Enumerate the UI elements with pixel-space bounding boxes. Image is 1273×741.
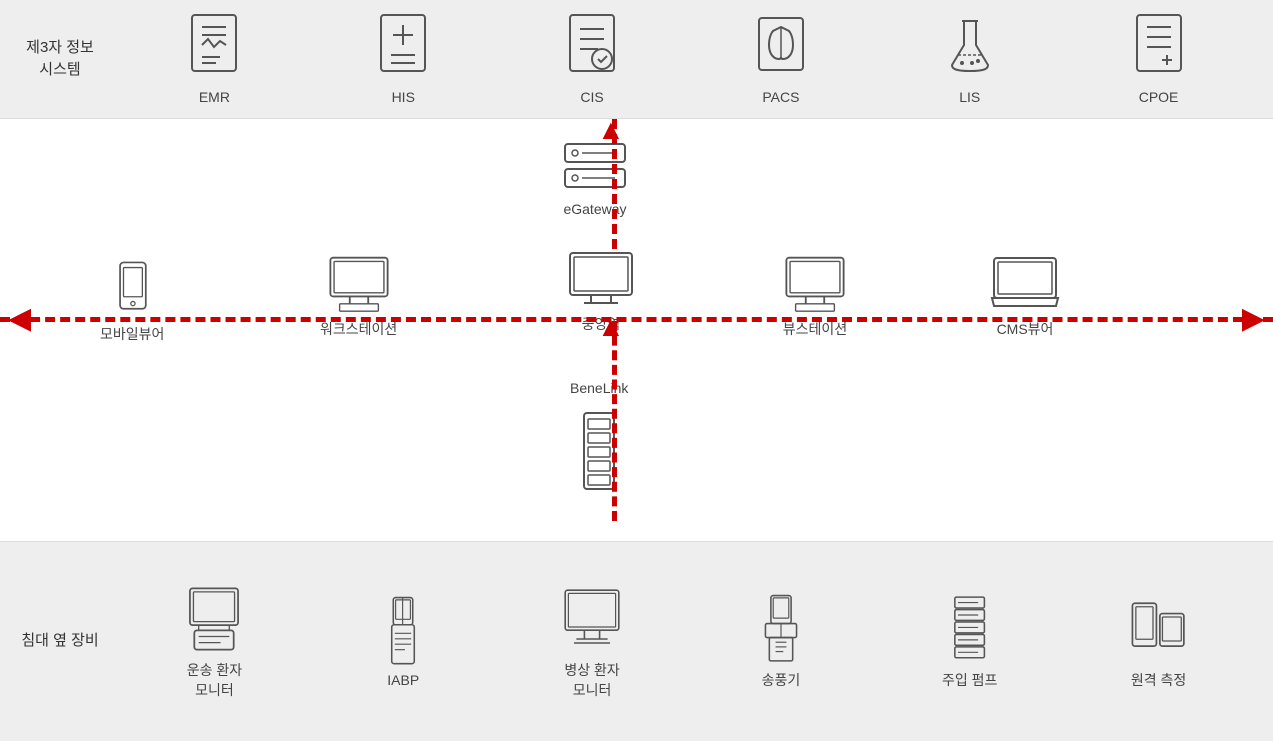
transport-monitor-item: 운송 환자모니터: [184, 584, 244, 700]
arrow-left-icon: ◀: [8, 304, 31, 334]
bedside-monitor-icon: [562, 584, 622, 654]
bottom-section-label: 침대 옆 장비: [20, 630, 100, 653]
top-icons-row: EMR HIS CIS: [120, 13, 1253, 105]
bedside-monitor-item: 병상 환자모니터: [562, 584, 622, 700]
bedside-monitor-label: 병상 환자모니터: [564, 660, 619, 700]
egateway-icon: [560, 139, 630, 194]
egateway-item: eGateway: [560, 139, 630, 220]
ventilator-icon: [751, 594, 811, 664]
cis-icon: [562, 13, 622, 83]
middle-section: ◀ ▶ ▲ ▲ eGateway 중앙역: [0, 119, 1273, 541]
workstation-icon: [324, 254, 394, 314]
remote-monitoring-label: 원격 측정: [1131, 670, 1186, 690]
pacs-icon: [751, 13, 811, 83]
his-icon: [373, 13, 433, 83]
cpoe-icon: [1129, 13, 1189, 83]
ventilator-item: 송풍기: [751, 594, 811, 690]
benelink-item: BeneLink: [570, 379, 628, 491]
emr-label: EMR: [199, 89, 230, 105]
cpoe-label: CPOE: [1139, 89, 1179, 105]
cis-item: CIS: [562, 13, 622, 105]
mobile-viewer-label: 모바일뷰어: [100, 325, 164, 345]
v-line-bottom: [612, 321, 617, 521]
his-label: HIS: [392, 89, 415, 105]
cpoe-item: CPOE: [1129, 13, 1189, 105]
ventilator-label: 송풍기: [762, 670, 801, 690]
infusion-pump-icon: [940, 594, 1000, 664]
his-item: HIS: [373, 13, 433, 105]
cis-label: CIS: [580, 89, 603, 105]
central-monitor-icon: [566, 249, 636, 309]
cms-viewer-icon: [990, 254, 1060, 314]
lis-icon: [940, 13, 1000, 83]
transport-monitor-icon: [184, 584, 244, 654]
remote-monitoring-item: 원격 측정: [1129, 594, 1189, 690]
transport-monitor-label: 운송 환자모니터: [187, 660, 242, 700]
bottom-section: 침대 옆 장비 운송 환자모니터: [0, 541, 1273, 741]
egateway-label: eGateway: [563, 200, 626, 220]
cms-viewer-item: CMS뷰어: [990, 254, 1060, 340]
viewstation-label: 뷰스테이션: [783, 320, 847, 340]
workstation-label: 워크스테이션: [320, 320, 397, 340]
viewstation-item: 뷰스테이션: [780, 254, 850, 340]
arrow-up-top-icon: ▲: [597, 114, 625, 146]
top-section: 제3자 정보시스템 EMR HIS: [0, 0, 1273, 119]
lis-label: LIS: [959, 89, 980, 105]
emr-icon: [184, 13, 244, 83]
viewstation-icon: [780, 254, 850, 314]
benelink-label: BeneLink: [570, 379, 628, 399]
pacs-item: PACS: [751, 13, 811, 105]
iabp-label: IABP: [387, 672, 419, 688]
mobile-viewer-item: 모바일뷰어: [100, 259, 164, 345]
mobile-viewer-icon: [110, 259, 155, 319]
lis-item: LIS: [940, 13, 1000, 105]
remote-monitoring-icon: [1129, 594, 1189, 664]
iabp-icon: [373, 596, 433, 666]
pacs-label: PACS: [762, 89, 799, 105]
workstation-item: 워크스테이션: [320, 254, 397, 340]
arrow-right-icon: ▶: [1242, 304, 1265, 334]
horizontal-line: [0, 317, 1273, 322]
cms-viewer-label: CMS뷰어: [997, 320, 1054, 340]
bottom-icons-row: 운송 환자모니터 IABP: [120, 584, 1253, 700]
infusion-pump-item: 주입 펌프: [940, 594, 1000, 690]
arrow-up-middle-icon: ▲: [597, 311, 625, 343]
top-section-label: 제3자 정보시스템: [20, 37, 100, 82]
emr-item: EMR: [184, 13, 244, 105]
iabp-item: IABP: [373, 596, 433, 688]
infusion-pump-label: 주입 펌프: [942, 670, 997, 690]
